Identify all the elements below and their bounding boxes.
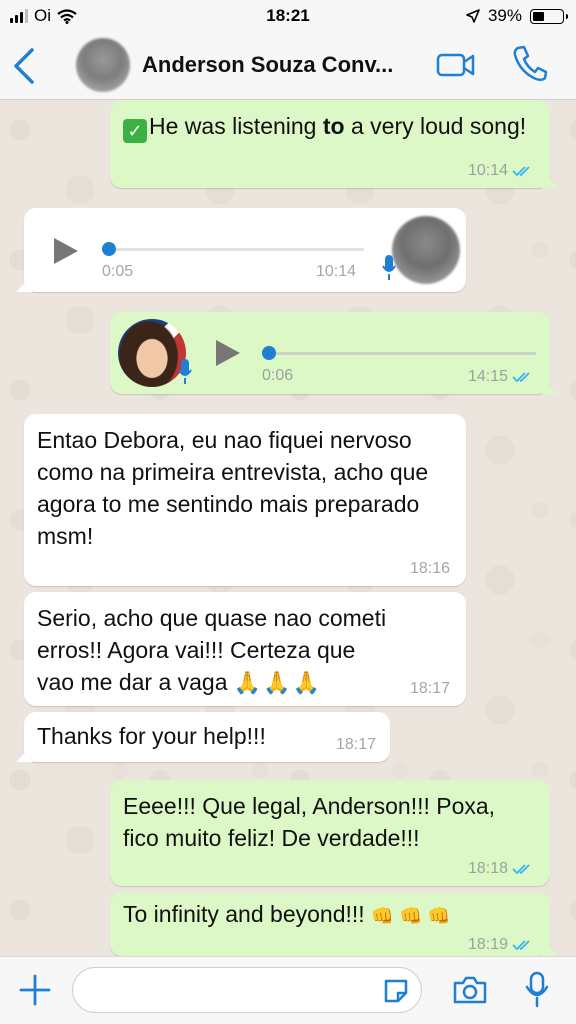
message-time: 10:14 <box>467 162 508 179</box>
message-meta: 18:17 <box>410 680 450 698</box>
location-arrow-icon <box>466 9 480 23</box>
message-meta: 18:18 <box>468 860 534 878</box>
mic-icon <box>382 255 396 280</box>
praying-hands-emoji-icon: 🙏🙏🙏 <box>233 670 323 695</box>
sticker-icon[interactable] <box>382 977 410 1005</box>
message-bubble-in[interactable]: Entao Debora, eu nao fiquei nervoso como… <box>24 414 466 586</box>
voice-duration: 0:06 <box>262 367 294 384</box>
read-ticks-icon <box>512 940 530 951</box>
message-time: 18:16 <box>409 560 450 577</box>
message-meta: 18:19 <box>468 936 534 954</box>
message-bubble-out[interactable]: Eeee!!! Que legal, Anderson!!! Poxa, fic… <box>110 780 550 886</box>
message-bubble-out[interactable]: To infinity and beyond!!! 👊👊👊 18:19 <box>110 892 550 956</box>
message-time: 18:17 <box>409 680 450 697</box>
battery-percent: 39% <box>487 6 522 25</box>
message-composer <box>0 956 576 1024</box>
message-bubble-out[interactable]: ✓ He was listening to a very loud song! 1… <box>110 100 550 188</box>
message-meta: 18:17 <box>336 736 376 754</box>
camera-icon[interactable] <box>452 975 488 1005</box>
message-text: Entao Debora, eu nao fiquei nervoso como… <box>37 427 429 549</box>
message-meta: 14:15 <box>468 368 534 386</box>
status-bar: Oi 18:21 39% <box>0 0 576 32</box>
battery-icon <box>530 8 568 24</box>
video-call-icon[interactable] <box>436 52 476 78</box>
message-text: Eeee!!! Que legal, Anderson!!! Poxa, fic… <box>123 793 496 851</box>
read-ticks-icon <box>512 864 530 875</box>
message-bubble-in[interactable]: Thanks for your help!!! 18:17 <box>24 712 390 762</box>
phone-icon[interactable] <box>512 44 548 82</box>
message-time: 18:18 <box>467 860 508 877</box>
voice-duration: 0:05 <box>102 263 134 280</box>
play-icon[interactable] <box>216 340 240 366</box>
read-ticks-icon <box>512 372 530 383</box>
fist-bump-emoji-icon: 👊👊👊 <box>371 906 457 926</box>
message-meta: 18:16 <box>410 560 450 578</box>
audio-progress-track[interactable] <box>108 248 364 251</box>
back-chevron-icon[interactable] <box>12 46 36 86</box>
contact-avatar[interactable] <box>76 38 130 92</box>
message-input[interactable] <box>72 967 422 1013</box>
message-bubble-in[interactable]: Serio, acho que quase nao cometi erros!!… <box>24 592 466 706</box>
message-text: To infinity and beyond!!! 👊👊👊 <box>110 892 550 932</box>
contact-name[interactable]: Anderson Souza Conv... <box>142 52 393 78</box>
message-text: Serio, acho que quase nao cometi erros!!… <box>24 592 466 699</box>
mic-icon <box>178 359 192 384</box>
audio-progress-track[interactable] <box>268 352 536 355</box>
message-time: 18:17 <box>335 736 376 753</box>
voice-message-in[interactable]: 0:05 10:14 <box>24 208 466 292</box>
message-time: 14:15 <box>467 368 508 385</box>
status-right: 39% <box>466 6 568 26</box>
chat-area[interactable]: ✓ He was listening to a very loud song! 1… <box>0 100 576 956</box>
message-text: ✓ He was listening to a very loud song! <box>110 100 550 143</box>
sender-avatar <box>118 319 186 387</box>
message-meta: 10:14 <box>468 162 534 180</box>
message-time: 10:14 <box>316 263 357 280</box>
chat-header: Anderson Souza Conv... <box>0 32 576 100</box>
plus-icon[interactable] <box>18 973 52 1007</box>
play-icon[interactable] <box>54 238 78 264</box>
voice-message-out[interactable]: 0:06 14:15 <box>110 312 550 394</box>
check-mark-emoji-icon: ✓ <box>123 119 147 143</box>
voice-record-mic-icon[interactable] <box>524 971 550 1009</box>
read-ticks-icon <box>512 166 530 177</box>
audio-progress-knob[interactable] <box>262 346 276 360</box>
audio-progress-knob[interactable] <box>102 242 116 256</box>
message-time: 18:19 <box>467 936 508 953</box>
sender-avatar <box>392 216 460 284</box>
